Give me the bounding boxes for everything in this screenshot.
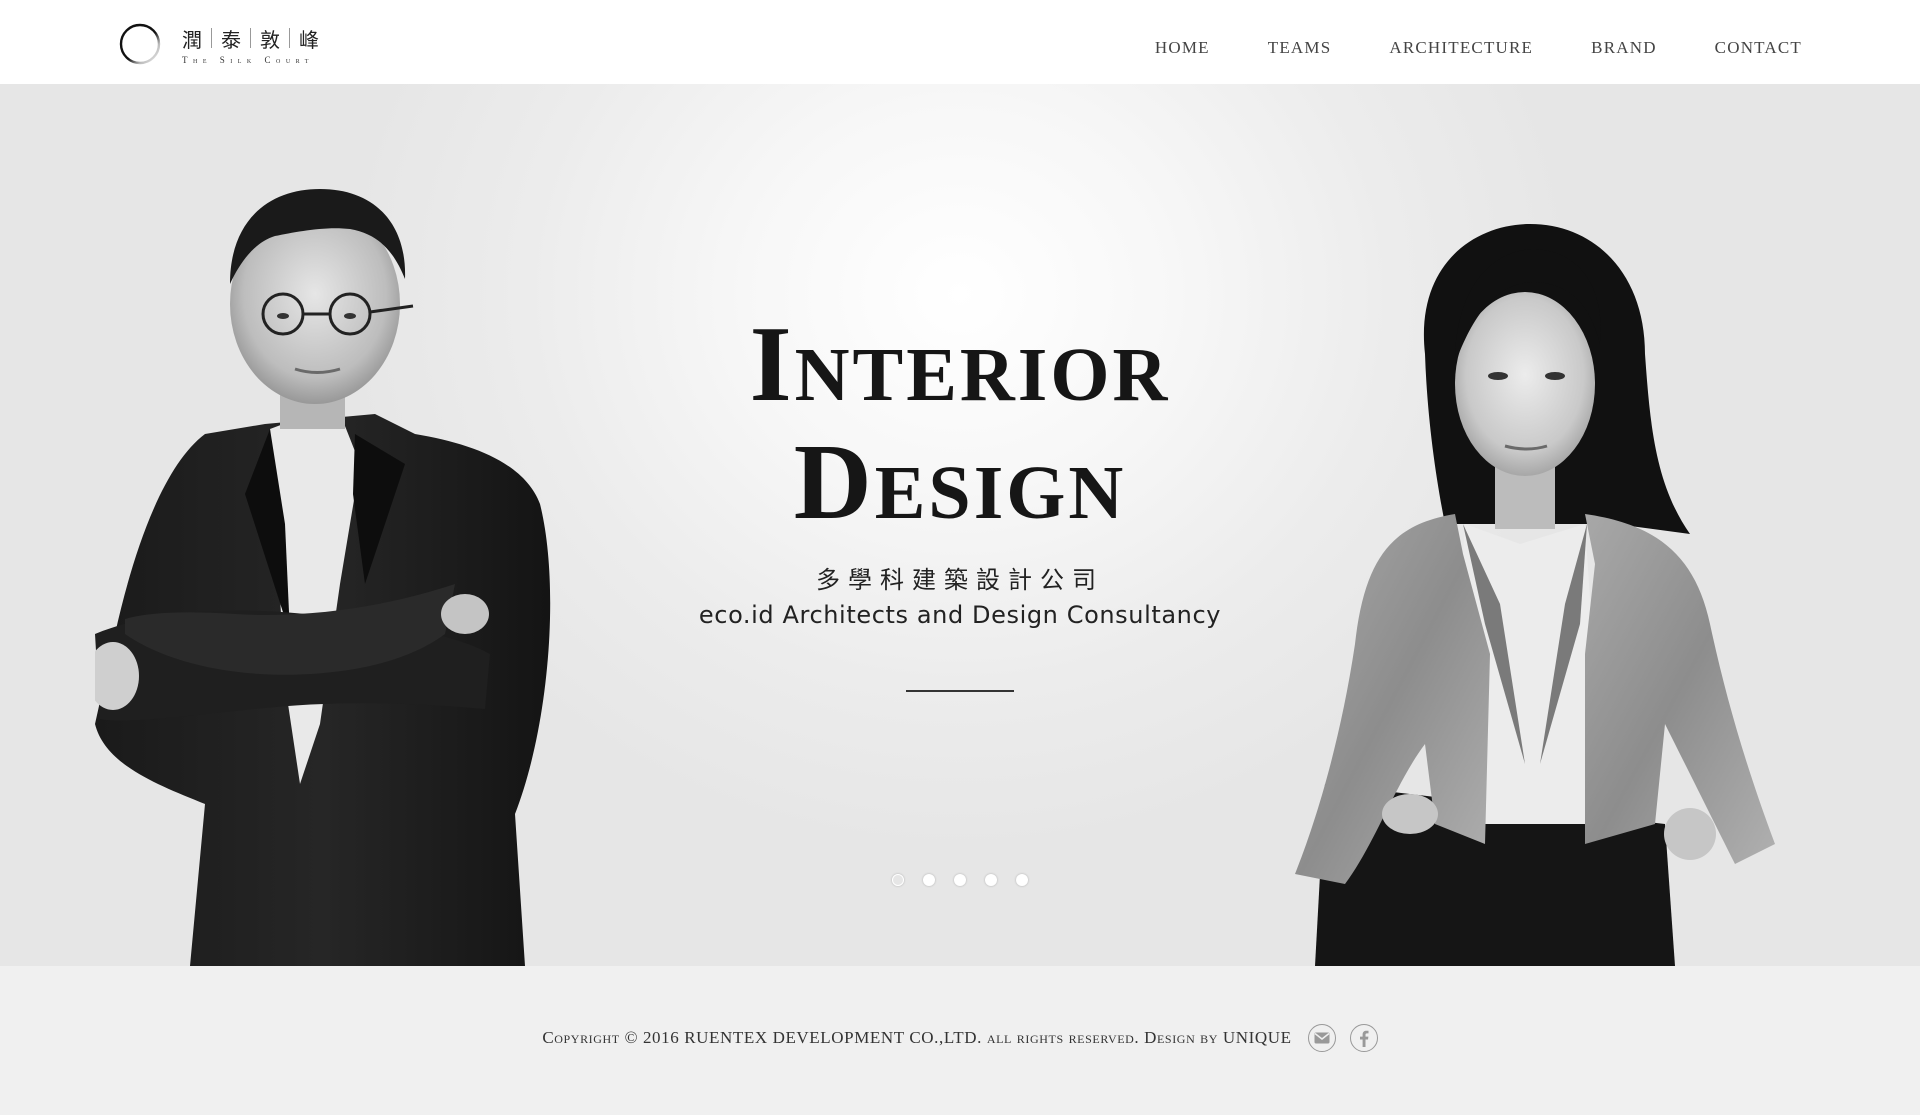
main-nav: HOME TEAMS ARCHITECTURE BRAND CONTACT xyxy=(1155,38,1802,58)
hero-slider: Interior Design 多學科建築設計公司 eco.id Archite… xyxy=(0,84,1920,966)
social-links xyxy=(1307,1024,1378,1052)
footer-row: Copyright © 2016 RUENTEX DEVELOPMENT CO.… xyxy=(0,1024,1920,1052)
logo-chinese: 潤 泰 敦 峰 xyxy=(182,24,325,53)
slider-dot-1[interactable] xyxy=(892,874,904,886)
hero-subtitle-english: eco.id Architects and Design Consultancy xyxy=(698,601,1222,629)
site-header: 潤 泰 敦 峰 The Silk Court HOME TEAMS ARCHIT… xyxy=(0,0,1920,84)
copyright-text: Copyright © 2016 RUENTEX DEVELOPMENT CO.… xyxy=(542,1028,1292,1047)
slider-dot-4[interactable] xyxy=(985,874,997,886)
logo-text: 潤 泰 敦 峰 The Silk Court xyxy=(182,24,325,65)
logo-english: The Silk Court xyxy=(182,54,314,65)
site-footer: Copyright © 2016 RUENTEX DEVELOPMENT CO.… xyxy=(0,966,1920,1115)
nav-architecture[interactable]: ARCHITECTURE xyxy=(1389,38,1533,58)
hero-title-line1: Interior xyxy=(749,305,1171,424)
logo-ring-icon xyxy=(118,22,162,66)
slider-dot-2[interactable] xyxy=(923,874,935,886)
logo-char: 泰 xyxy=(221,27,247,52)
logo-char: 敦 xyxy=(260,27,286,52)
logo-char: 潤 xyxy=(182,27,208,52)
hero-divider xyxy=(906,690,1014,692)
facebook-icon[interactable] xyxy=(1349,1024,1378,1052)
slider-dot-3[interactable] xyxy=(954,874,966,886)
slider-dot-5[interactable] xyxy=(1016,874,1028,886)
slider-pagination xyxy=(0,874,1920,886)
hero-subtitle-chinese: 多學科建築設計公司 xyxy=(816,566,1104,594)
nav-home[interactable]: HOME xyxy=(1155,38,1210,58)
logo-char: 峰 xyxy=(299,27,325,52)
nav-teams[interactable]: TEAMS xyxy=(1268,38,1332,58)
hero-title: Interior Design xyxy=(0,306,1920,542)
nav-contact[interactable]: CONTACT xyxy=(1715,38,1802,58)
site-logo[interactable]: 潤 泰 敦 峰 The Silk Court xyxy=(118,22,325,66)
hero-title-line2: Design xyxy=(793,423,1127,542)
mail-icon[interactable] xyxy=(1307,1024,1336,1052)
nav-brand[interactable]: BRAND xyxy=(1591,38,1657,58)
